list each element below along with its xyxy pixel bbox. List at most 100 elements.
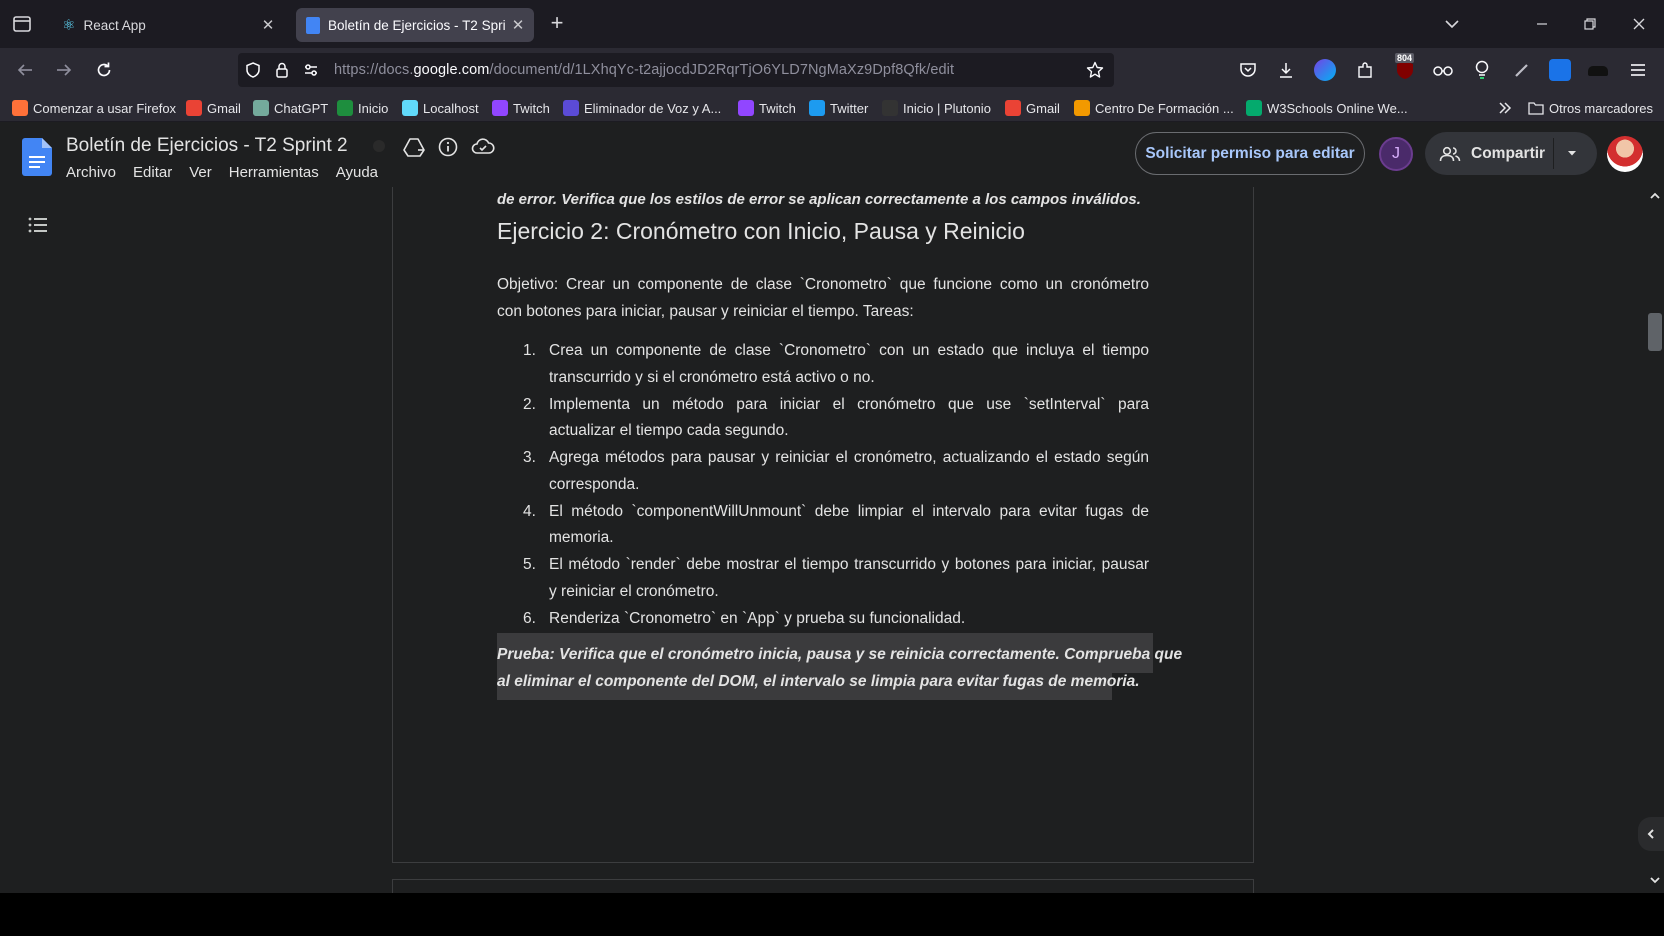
scroll-up-icon[interactable] xyxy=(1649,191,1661,201)
bookmark-item[interactable]: W3Schools Online We... xyxy=(1246,98,1408,118)
avatar[interactable]: J xyxy=(1379,137,1413,171)
close-window-button[interactable] xyxy=(1629,14,1649,34)
new-tab-button[interactable]: + xyxy=(546,12,568,34)
task-list-item[interactable]: 2. Implementa un método para iniciar el c… xyxy=(497,392,1149,446)
star-icon[interactable] xyxy=(1086,61,1104,79)
extensions-icon[interactable] xyxy=(1355,60,1375,80)
tab-react-app[interactable]: ⚛ React App ✕ xyxy=(50,8,284,42)
task-number: 1. xyxy=(523,342,536,359)
task-text-line: El método `componentWillUnmount` debe li… xyxy=(549,502,1149,520)
info-icon[interactable] xyxy=(437,136,459,158)
pen-icon[interactable] xyxy=(1512,60,1532,80)
bookmark-label: Gmail xyxy=(1026,100,1060,116)
menu-item-ver[interactable]: Ver xyxy=(189,164,212,181)
test-note-highlighted[interactable]: Prueba: Verifica que el cronómetro inici… xyxy=(497,633,1182,700)
scrollbar[interactable] xyxy=(1646,187,1664,893)
menu-item-archivo[interactable]: Archivo xyxy=(66,164,116,181)
tab-list-icon[interactable] xyxy=(12,14,32,34)
menu-item-editar[interactable]: Editar xyxy=(133,164,172,181)
user-avatar[interactable] xyxy=(1607,136,1643,172)
share-button[interactable]: Compartir xyxy=(1425,132,1597,175)
close-icon[interactable]: ✕ xyxy=(510,17,526,34)
minimize-button[interactable] xyxy=(1532,14,1552,34)
menu-item-ayuda[interactable]: Ayuda xyxy=(336,164,378,181)
other-bookmarks-folder[interactable]: Otros marcadores xyxy=(1528,98,1653,118)
glasses-icon[interactable] xyxy=(1432,61,1454,79)
menu-icon[interactable] xyxy=(1628,60,1648,80)
pocket-icon[interactable] xyxy=(1238,60,1258,80)
cloud-status-icon[interactable] xyxy=(471,137,495,157)
task-number: 3. xyxy=(523,449,536,466)
task-list-item[interactable]: 3. Agrega métodos para pausar y reiniciar… xyxy=(497,445,1149,499)
side-panel-expand-button[interactable] xyxy=(1638,817,1664,851)
lightbulb-icon[interactable] xyxy=(1472,59,1492,81)
bookmark-item[interactable]: Inicio | Plutonio xyxy=(882,98,991,118)
doc-status-dot xyxy=(373,140,385,152)
close-icon[interactable]: ✕ xyxy=(260,17,276,34)
bookmark-item[interactable]: Centro De Formación ... xyxy=(1074,98,1234,118)
task-list-item[interactable]: 5. El método `render` debe mostrar el tie… xyxy=(497,552,1149,606)
test-note-line: al eliminar el componente del DOM, el in… xyxy=(497,673,1140,690)
forward-arrow-icon[interactable] xyxy=(54,60,74,80)
bookmark-label: Centro De Formación ... xyxy=(1095,100,1234,116)
bookmark-item[interactable]: Twitter xyxy=(809,98,868,118)
bookmark-item[interactable]: Twitch xyxy=(738,98,796,118)
permissions-icon[interactable] xyxy=(302,61,320,79)
task-number: 2. xyxy=(523,395,536,413)
restore-button[interactable] xyxy=(1580,14,1600,34)
twitch-icon xyxy=(738,100,754,116)
cloud-ext-icon[interactable] xyxy=(1549,59,1571,81)
outline-list-icon[interactable] xyxy=(26,213,50,237)
task-text-line: Implementa un método para iniciar el cro… xyxy=(549,395,1149,413)
bookmark-item[interactable]: Gmail xyxy=(1005,98,1060,118)
task-text-line: transcurrido y si el cronómetro está act… xyxy=(549,368,875,386)
previous-paragraph-line[interactable]: de error. Verifica que los estilos de er… xyxy=(497,191,1149,208)
bookmark-item[interactable]: Localhost xyxy=(402,98,479,118)
document-page[interactable]: de error. Verifica que los estilos de er… xyxy=(392,187,1254,863)
download-icon[interactable] xyxy=(1276,60,1296,80)
other-bookmarks-label: Otros marcadores xyxy=(1549,100,1654,116)
scrollbar-thumb[interactable] xyxy=(1648,313,1662,351)
bookmark-item[interactable]: Eliminador de Voz y A... xyxy=(563,98,721,118)
plutonio-icon xyxy=(882,100,898,116)
shield-icon[interactable] xyxy=(244,61,262,79)
task-list-item[interactable]: 1. Crea un componente de clase `Cronometr… xyxy=(497,338,1149,392)
move-to-drive-icon[interactable] xyxy=(403,137,425,157)
chevron-down-icon[interactable] xyxy=(1442,14,1462,34)
next-document-page[interactable] xyxy=(392,879,1254,893)
scroll-down-icon[interactable] xyxy=(1649,875,1661,885)
bookmark-item[interactable]: Inicio xyxy=(337,98,388,118)
objective-paragraph[interactable]: Objetivo: Crear un componente de clase `… xyxy=(497,271,1149,325)
bookmark-item[interactable]: ChatGPT xyxy=(253,98,328,118)
account-icon[interactable] xyxy=(1314,59,1336,81)
url-prefix: https://docs. xyxy=(334,62,414,78)
menu-item-herramientas[interactable]: Herramientas xyxy=(229,164,319,181)
bookmark-item[interactable]: Twitch xyxy=(492,98,550,118)
back-arrow-icon[interactable] xyxy=(15,60,35,80)
url-text[interactable]: https://docs.google.com/document/d/1LXhq… xyxy=(334,62,954,78)
task-text-line: Renderiza `Cronometro` en `App` y prueba… xyxy=(549,609,966,627)
reload-icon[interactable] xyxy=(94,60,114,80)
url-bar[interactable]: https://docs.google.com/document/d/1LXhq… xyxy=(238,53,1114,87)
exercise-heading[interactable]: Ejercicio 2: Cronómetro con Inicio, Paus… xyxy=(497,218,1025,245)
w3schools-icon xyxy=(1246,100,1262,116)
profile-ext-icon[interactable] xyxy=(1588,66,1608,76)
bookmark-label: Gmail xyxy=(207,100,241,116)
request-edit-button[interactable]: Solicitar permiso para editar xyxy=(1135,132,1365,175)
bookmark-item[interactable]: Comenzar a usar Firefox xyxy=(12,98,176,118)
docs-logo-icon[interactable] xyxy=(22,138,52,176)
bookmark-item[interactable]: Gmail xyxy=(186,98,241,118)
task-list-item[interactable]: 4. El método `componentWillUnmount` debe … xyxy=(497,499,1149,553)
more-bookmarks-icon[interactable] xyxy=(1497,98,1513,118)
bookmark-label: Inicio | Plutonio xyxy=(903,100,991,116)
chevron-down-icon[interactable] xyxy=(1565,146,1579,160)
lock-icon[interactable] xyxy=(273,61,291,79)
test-note-line: Prueba: Verifica que el cronómetro inici… xyxy=(497,646,1183,663)
tab-label: React App xyxy=(83,17,146,33)
document-title[interactable]: Boletín de Ejercicios - T2 Sprint 2 xyxy=(66,135,348,157)
tab-boletin[interactable]: Boletín de Ejercicios - T2 Sprint ✕ xyxy=(296,8,534,42)
document-workspace: de error. Verifica que los estilos de er… xyxy=(0,187,1664,893)
bookmarks-toolbar: Comenzar a usar Firefox Gmail ChatGPT Inici… xyxy=(0,92,1664,122)
v-icon xyxy=(563,100,579,116)
ublock-icon[interactable]: 804 xyxy=(1394,53,1416,82)
